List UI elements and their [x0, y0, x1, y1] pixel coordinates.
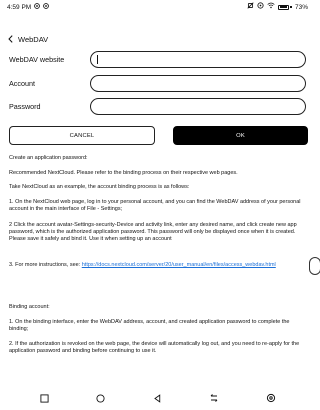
account-row: Account: [9, 75, 306, 92]
docs-link[interactable]: https://docs.nextcloud.com/server/20/use…: [82, 262, 276, 268]
instruction-example: Take NextCloud as an example, the accoun…: [9, 184, 190, 190]
status-left: 4:59 PM: [7, 2, 50, 12]
instruction-step-1: 1. On the NextCloud web page, log in to …: [9, 199, 301, 212]
sync-icon: [257, 2, 265, 12]
triangle-back-icon[interactable]: [149, 390, 165, 406]
website-input[interactable]: [90, 51, 306, 68]
instruction-recommend: Recommended NextCloud. Please refer to t…: [9, 170, 238, 176]
header[interactable]: WebDAV: [8, 33, 48, 45]
account-input[interactable]: [90, 75, 306, 92]
password-label: Password: [9, 102, 41, 111]
wifi-icon: [267, 2, 276, 12]
page-title: WebDAV: [18, 34, 49, 44]
chevron-left-icon[interactable]: [8, 35, 14, 43]
instruction-step-3-text: 3. For more instructions, see:: [9, 262, 82, 268]
bottom-nav-bar: [0, 388, 315, 408]
account-label: Account: [9, 79, 35, 88]
website-row: WebDAV website: [9, 51, 306, 68]
square-icon[interactable]: [36, 390, 52, 406]
refresh-icon[interactable]: [206, 390, 222, 406]
status-bar: 4:59 PM 73%: [0, 0, 315, 14]
password-row: Password: [9, 98, 306, 115]
ok-button[interactable]: OK: [173, 126, 308, 145]
no-sound-icon: [247, 2, 255, 12]
battery-percent: 73%: [294, 3, 308, 11]
side-drag-handle[interactable]: [309, 257, 320, 275]
settings-icon[interactable]: [263, 390, 279, 406]
battery-icon: [278, 4, 292, 10]
password-input[interactable]: [90, 98, 306, 115]
instruction-create-title: Create an application password:: [9, 155, 88, 161]
status-time: 4:59 PM: [7, 3, 32, 11]
text-caret: [97, 55, 98, 64]
binding-step-2: 2. If the authorization is revoked on th…: [9, 341, 300, 354]
binding-step-1: 1. On the binding interface, enter the W…: [9, 319, 290, 332]
binding-title: Binding account:: [9, 304, 50, 310]
circle-icon[interactable]: [93, 390, 109, 406]
instruction-step-3: 3. For more instructions, see: https://d…: [9, 262, 307, 269]
status-right: 73%: [247, 2, 308, 12]
website-label: WebDAV website: [9, 55, 65, 64]
cancel-button[interactable]: CANCEL: [9, 126, 155, 145]
notification-icon: [34, 2, 41, 12]
instruction-step-2: 2 Click the account avatar-Settings-secu…: [9, 222, 297, 242]
notification-icon-2: [43, 2, 50, 12]
